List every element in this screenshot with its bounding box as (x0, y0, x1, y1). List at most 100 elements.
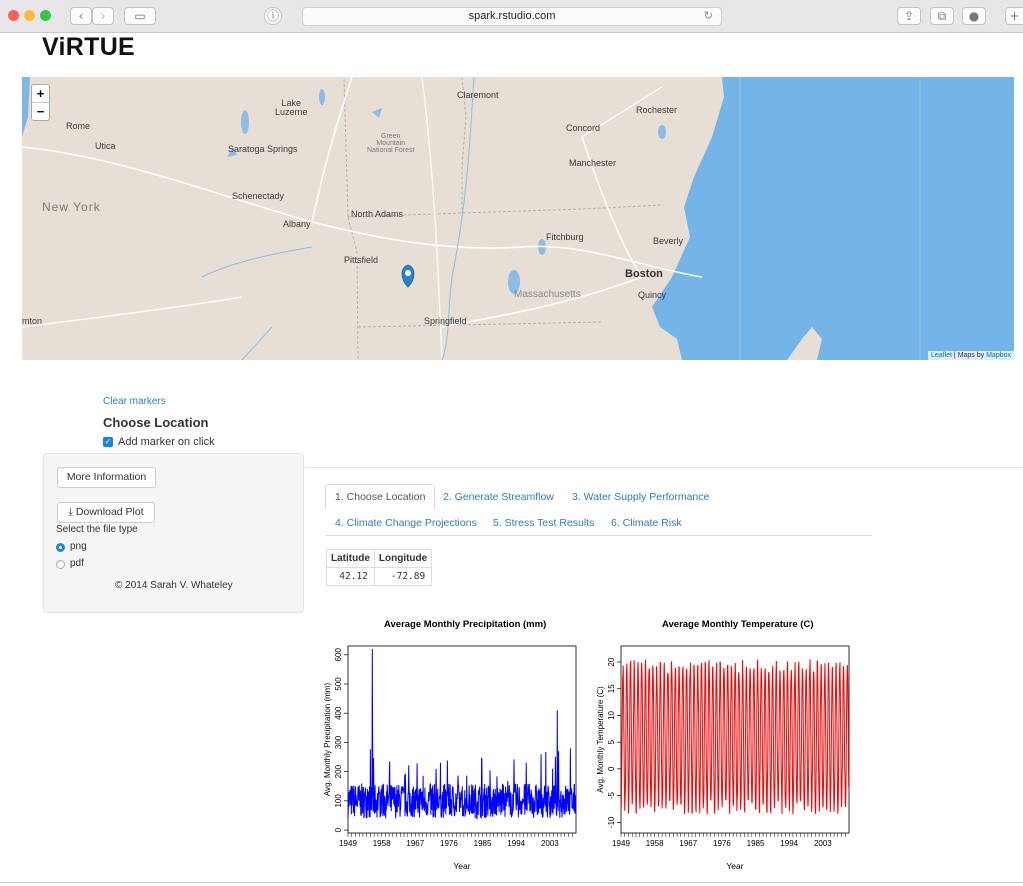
precipitation-chart: 0 100 200 300 400 500 600 1949 1958 1967 1976 1985 1… (323, 645, 577, 871)
x-axis-label: Year (453, 861, 470, 871)
x-tick-label: 1958 (373, 839, 391, 848)
sidebar-toggle-button[interactable]: ▭ (124, 7, 156, 25)
map-label: Beverly (653, 236, 684, 246)
x-tick-label: 1976 (440, 839, 458, 848)
sidebar-panel: More Information ⤓ Download Plot Select … (43, 453, 304, 613)
map-label: Quincy (638, 290, 667, 300)
tab-water-supply-performance[interactable]: 3. Water Supply Performance (572, 491, 709, 503)
data-series-line (620, 659, 850, 815)
map-label: Fitchburg (546, 232, 584, 242)
png-radio[interactable] (56, 543, 65, 552)
map-label: Claremont (457, 90, 499, 100)
map-label: New York (42, 200, 101, 214)
x-tick-label: 1967 (406, 839, 424, 848)
y-tick-label: 300 (334, 735, 343, 749)
new-tab-button[interactable]: + (1005, 7, 1023, 25)
pdf-radio-label: pdf (70, 558, 84, 569)
map-label: Saratoga Springs (228, 144, 298, 154)
x-tick-label: 1985 (747, 839, 765, 848)
y-tick-label: 500 (334, 677, 343, 691)
zoom-in-button[interactable]: + (32, 85, 49, 102)
y-tick-label: -10 (607, 816, 616, 828)
y-tick-label: 0 (334, 827, 343, 832)
y-tick-label: 0 (607, 766, 616, 771)
add-marker-label: Add marker on click (118, 436, 215, 448)
zoom-window-button[interactable] (40, 10, 51, 21)
chart-title: Average Monthly Temperature (C) (662, 619, 814, 630)
y-axis-label: Avg. Monthly Precipitation (mm) (323, 683, 332, 797)
share-button[interactable]: ⇪ (897, 7, 921, 25)
file-type-label: Select the file type (56, 524, 138, 535)
tab-underline (325, 535, 872, 536)
reload-icon[interactable]: ↻ (704, 8, 713, 25)
tab-stress-test-results[interactable]: 5. Stress Test Results (493, 517, 594, 529)
browser-toolbar: ‹ › ▭ ⓘ spark.rstudio.com ↻ ⇪ ⧉ ● + (0, 0, 1023, 33)
y-axis-label: Avg. Monthly Temperature (C) (596, 686, 605, 793)
url-text: spark.rstudio.com (468, 10, 556, 22)
tabs-button[interactable]: ⧉ (930, 7, 954, 25)
tab-climate-risk[interactable]: 6. Climate Risk (611, 517, 682, 529)
map-attribution: Leaflet | Maps by Mapbox (927, 351, 1014, 360)
temperature-chart: -10 -5 0 5 10 15 20 1949 1958 1967 1976 1985 1994 200… (596, 645, 850, 871)
tab-climate-change-projections[interactable]: 4. Climate Change Projections (335, 517, 477, 529)
latitude-header: Latitude (326, 549, 375, 568)
x-tick-label: 1994 (780, 839, 798, 848)
y-tick-label: 20 (607, 657, 616, 666)
checkbox-checked-icon[interactable]: ✓ (103, 437, 113, 447)
mapbox-link[interactable]: Mapbox (986, 352, 1011, 359)
pdf-radio[interactable] (56, 560, 65, 569)
x-tick-label: 2003 (541, 839, 559, 848)
divider (305, 467, 1023, 468)
latitude-value: 42.12 (339, 571, 368, 582)
zoom-control: + − (31, 84, 50, 121)
x-tick-label: 1949 (612, 839, 630, 848)
map-label: Boston (625, 268, 663, 280)
map-label: Manchester (569, 158, 617, 168)
tabs-icon: ⧉ (937, 9, 947, 23)
close-window-button[interactable] (8, 10, 19, 21)
map-label: Massachusetts (514, 289, 581, 300)
address-bar[interactable]: spark.rstudio.com ↻ (302, 7, 722, 26)
map-label: Schenectady (232, 191, 285, 201)
map-label: Green Mountain National Forest (367, 133, 415, 154)
downloads-button[interactable]: ● (962, 7, 986, 25)
x-tick-label: 1958 (646, 839, 664, 848)
download-plot-button[interactable]: ⤓ Download Plot (57, 502, 155, 523)
map-label: Rome (66, 121, 91, 131)
reader-icon[interactable]: ⓘ (264, 7, 282, 25)
back-button[interactable]: ‹ (70, 7, 92, 25)
forward-button[interactable]: › (92, 7, 114, 25)
zoom-out-button[interactable]: − (32, 102, 49, 120)
minimize-window-button[interactable] (24, 10, 35, 21)
longitude-header: Longitude (373, 549, 432, 568)
png-radio-label: png (70, 541, 87, 552)
download-icon: ● (968, 9, 980, 23)
more-information-button[interactable]: More Information (57, 467, 156, 488)
x-tick-label: 1967 (679, 839, 697, 848)
map-label: Rochester (636, 105, 678, 115)
map-label: Springfield (424, 316, 467, 326)
location-table: Latitude Longitude 42.12 -72.89 (326, 549, 433, 586)
map-tiles (22, 77, 1014, 360)
x-tick-label: 2003 (814, 839, 832, 848)
y-tick-label: 400 (334, 706, 343, 720)
map-label: Pittsfield (344, 255, 379, 265)
clear-markers-link[interactable]: Clear markers (103, 396, 166, 407)
y-tick-label: 100 (334, 794, 343, 808)
tab-generate-streamflow[interactable]: 2. Generate Streamflow (443, 491, 554, 503)
leaflet-link[interactable]: Leaflet (931, 352, 952, 359)
page-bottom-border (0, 882, 1023, 883)
map-label: mton (22, 316, 43, 326)
map-label: Albany (283, 219, 311, 229)
y-tick-label: 5 (607, 739, 616, 744)
map-view[interactable]: + − Lake Luzerne Claremont Rochester Rom… (22, 77, 1014, 360)
longitude-value: -72.89 (373, 567, 432, 586)
tab-choose-location[interactable]: 1. Choose Location (325, 484, 436, 510)
add-marker-checkbox[interactable]: ✓ Add marker on click (103, 436, 215, 448)
x-tick-label: 1949 (339, 839, 357, 848)
x-axis-label: Year (726, 861, 743, 871)
map-label: Concord (566, 123, 601, 133)
brand-logo: ViRTUE (42, 33, 136, 61)
download-icon: ⤓ (68, 506, 73, 518)
chart-title: Average Monthly Precipitation (mm) (384, 619, 547, 630)
